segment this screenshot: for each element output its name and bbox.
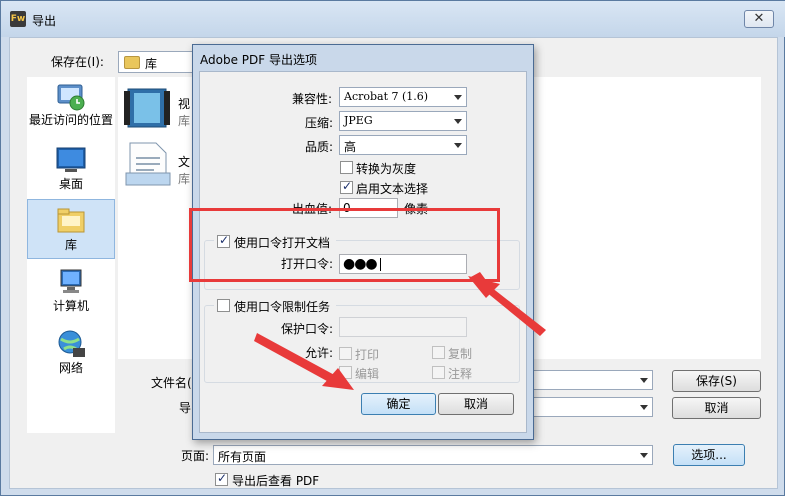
network-icon (55, 329, 87, 359)
page-value: 所有页面 (218, 450, 267, 464)
compat-dropdown[interactable]: Acrobat 7 (1.6) (339, 87, 467, 107)
type-label: 导 (179, 401, 192, 415)
save-in-label: 保存在(I): (51, 55, 104, 69)
library-icon (55, 206, 87, 236)
save-in-value: 库 (145, 57, 158, 71)
allow-copy-label: 复制 (448, 347, 473, 361)
folder-icon (124, 56, 140, 69)
pdf-cancel-button[interactable]: 取消 (438, 393, 514, 415)
file-sub: 库 (178, 114, 191, 128)
view-after-label: 导出后查看 PDF (232, 474, 320, 488)
title-bar: Fw 导出 ✕ (1, 1, 785, 37)
grayscale-label: 转换为灰度 (356, 162, 417, 176)
places-bar: 最近访问的位置 桌面 库 计算机 网络 (27, 77, 115, 433)
allow-print-checkbox[interactable] (339, 347, 352, 360)
place-network[interactable]: 网络 (27, 329, 115, 381)
fireworks-logo-icon: Fw (10, 11, 26, 27)
chevron-down-icon (454, 143, 462, 148)
chevron-down-icon (454, 95, 462, 100)
allow-comment-label: 注释 (448, 367, 473, 381)
close-button[interactable]: ✕ (744, 10, 774, 28)
text-select-label: 启用文本选择 (356, 182, 429, 196)
text-select-checkbox[interactable] (340, 179, 353, 194)
recent-places-icon (55, 81, 87, 111)
document-library-icon (125, 142, 171, 186)
view-after-checkbox[interactable] (215, 471, 228, 486)
place-label: 最近访问的位置 (28, 113, 113, 127)
video-library-icon (124, 88, 170, 128)
save-button[interactable]: 保存(S) (672, 370, 761, 392)
chevron-down-icon (640, 453, 648, 458)
file-name: 文 (178, 155, 191, 169)
permissions-group-label: 使用口令限制任务 (234, 300, 331, 314)
cancel-button[interactable]: 取消 (672, 397, 761, 419)
options-button[interactable]: 选项... (673, 444, 745, 466)
filename-label: 文件名( (151, 376, 192, 390)
pdf-dialog-title: Adobe PDF 导出选项 (200, 53, 317, 67)
type-dropdown[interactable] (533, 397, 653, 417)
place-library[interactable]: 库 (27, 199, 115, 259)
chevron-down-icon (454, 119, 462, 124)
allow-edit-label: 编辑 (355, 367, 380, 381)
compress-dropdown[interactable]: JPEG (339, 111, 467, 131)
window-title: 导出 (32, 14, 57, 28)
quality-dropdown[interactable]: 高 (339, 135, 467, 155)
page-dropdown[interactable]: 所有页面 (213, 445, 653, 465)
place-label: 库 (64, 238, 77, 252)
place-recent[interactable]: 最近访问的位置 (27, 81, 115, 137)
allow-print-label: 打印 (355, 348, 380, 362)
compat-value: Acrobat 7 (1.6) (344, 90, 429, 103)
annotation-highlight-box (189, 208, 500, 282)
grayscale-checkbox[interactable] (340, 161, 353, 174)
compress-label: 压缩: (305, 116, 334, 130)
protect-password-input[interactable] (339, 317, 467, 337)
desktop-icon (55, 145, 87, 175)
place-label: 网络 (58, 361, 83, 375)
allow-label: 允许: (305, 346, 334, 360)
quality-label: 品质: (305, 140, 334, 154)
file-name: 视 (178, 97, 191, 111)
protect-password-label: 保护口令: (281, 322, 334, 336)
place-label: 计算机 (52, 299, 89, 313)
page-label: 页面: (181, 449, 210, 463)
ok-button[interactable]: 确定 (361, 393, 436, 415)
allow-edit-checkbox[interactable] (339, 366, 352, 379)
file-sub: 库 (178, 172, 191, 186)
computer-icon (55, 267, 87, 297)
place-label: 桌面 (58, 177, 83, 191)
permissions-checkbox[interactable] (217, 299, 230, 312)
compat-label: 兼容性: (292, 92, 333, 106)
chevron-down-icon (640, 405, 648, 410)
chevron-down-icon (640, 378, 648, 383)
place-computer[interactable]: 计算机 (27, 267, 115, 319)
filename-input[interactable] (533, 370, 653, 390)
allow-copy-checkbox[interactable] (432, 346, 445, 359)
place-desktop[interactable]: 桌面 (27, 145, 115, 195)
quality-value: 高 (344, 140, 357, 154)
compress-value: JPEG (344, 114, 373, 127)
allow-comment-checkbox[interactable] (432, 366, 445, 379)
